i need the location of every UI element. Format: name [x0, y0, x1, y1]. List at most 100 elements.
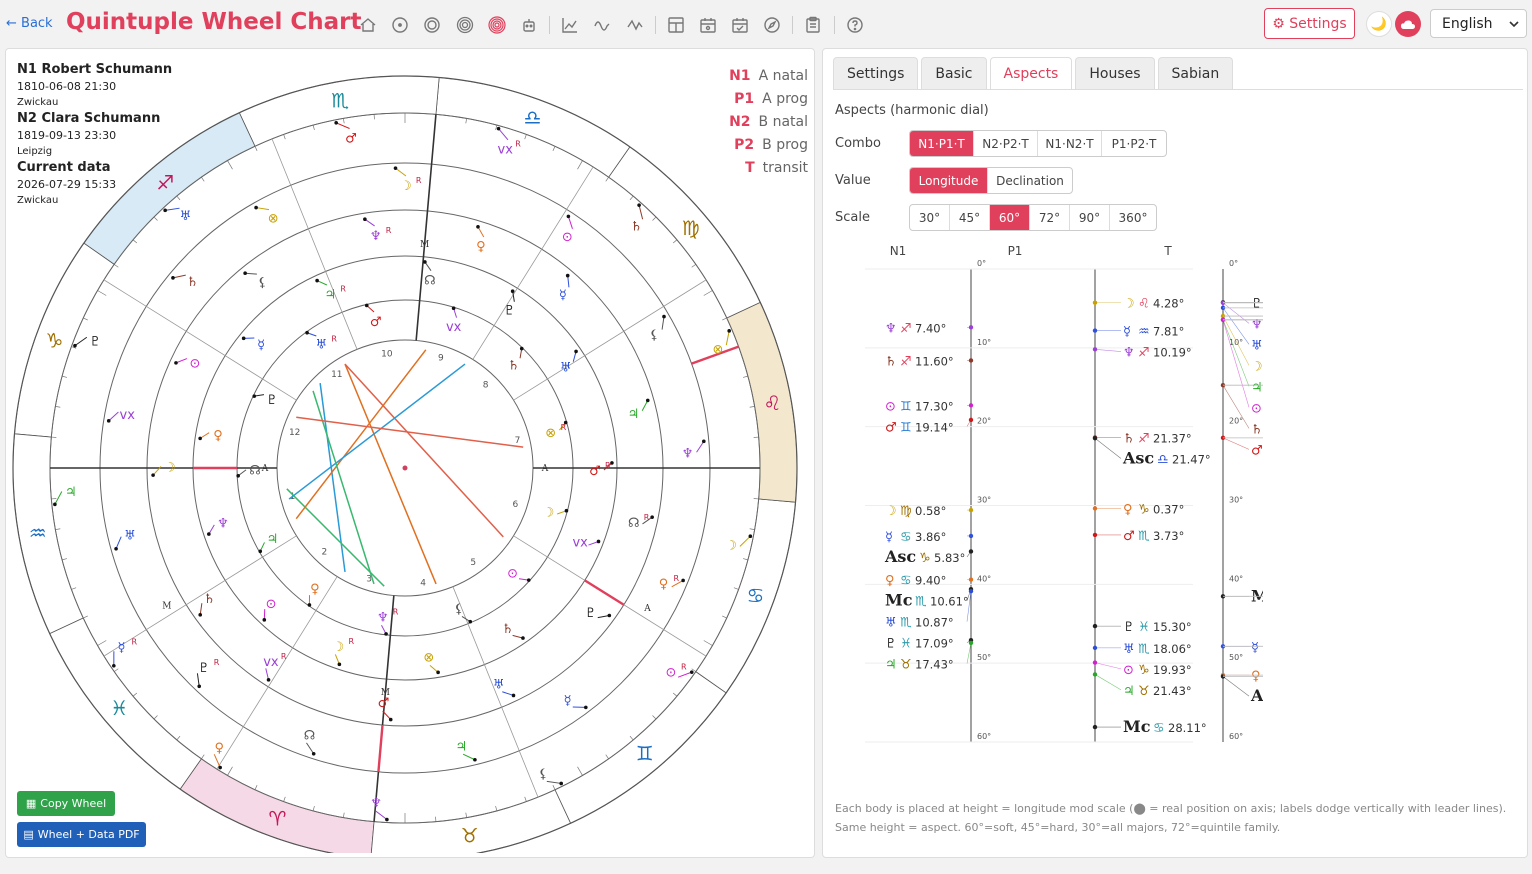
degree-tick: [629, 195, 634, 201]
degree-tick: [552, 785, 556, 790]
planet-glyph: ♄: [204, 592, 216, 607]
angle-mark: [377, 724, 384, 772]
toolbar-separator: [549, 16, 551, 34]
compass-icon[interactable]: [760, 13, 784, 37]
planet-dot: [106, 419, 111, 423]
dial-column-header: P1: [1008, 244, 1023, 258]
clipboard-icon[interactable]: [801, 13, 825, 37]
home-icon[interactable]: [356, 13, 380, 37]
target-4-icon[interactable]: [485, 13, 509, 37]
target-3-icon[interactable]: [453, 13, 477, 37]
back-link[interactable]: ← Back: [6, 16, 53, 31]
degree-tick: [577, 160, 583, 170]
planet-glyph: ♀: [213, 428, 223, 443]
moon-icon[interactable]: 🌙: [1366, 11, 1392, 37]
planet-glyph: ♀: [659, 577, 669, 592]
dial-body-glyph: ♃: [1251, 380, 1263, 395]
degree-tick: [495, 125, 498, 131]
dial-body-glyph: ♅: [1251, 338, 1263, 353]
planet-dot: [311, 751, 316, 756]
dial-body-glyph: ☽: [1251, 359, 1263, 374]
tab-sabian[interactable]: Sabian: [1157, 57, 1234, 89]
planet-dot: [364, 303, 369, 308]
copy-wheel-button[interactable]: ▦ Copy Wheel: [17, 791, 115, 816]
planet-dot: [262, 618, 267, 622]
top-bar: ← Back Quintuple Wheel Chart ⚙ Settings …: [0, 0, 1532, 48]
degree-tick: [254, 785, 258, 790]
help-icon[interactable]: [843, 13, 867, 37]
tab-aspects[interactable]: Aspects: [989, 57, 1073, 89]
planet-dot: [307, 603, 312, 607]
planet-glyph: ♃: [325, 287, 337, 302]
degree-tick: [176, 195, 181, 201]
dial-body-glyph: ♀: [885, 574, 895, 589]
tab-basic[interactable]: Basic: [921, 57, 987, 89]
planet-leader: [725, 330, 730, 346]
planet-dot: [468, 619, 473, 624]
calendar-check-icon[interactable]: [728, 13, 752, 37]
planet-dot: [334, 120, 338, 125]
retrograde-mark: R: [515, 139, 521, 148]
planet-leader: [213, 754, 221, 768]
grid-icon[interactable]: [664, 13, 688, 37]
dial-tick-label: 0°: [977, 259, 986, 268]
chart-line-icon[interactable]: [558, 13, 582, 37]
scale-option[interactable]: 360°: [1110, 205, 1156, 230]
dial-value: 11.60°: [915, 354, 954, 368]
scale-option[interactable]: 72°: [1030, 205, 1070, 230]
dial-sign-glyph: ♏: [915, 595, 927, 610]
dial-tick-label: 30°: [977, 496, 991, 505]
scale-option[interactable]: 45°: [950, 205, 990, 230]
dial-body-glyph: Mc: [1251, 586, 1263, 605]
dial-sign-glyph: ♋: [900, 574, 912, 589]
settings-button[interactable]: ⚙ Settings: [1264, 8, 1355, 39]
target-1-icon[interactable]: [388, 13, 412, 37]
planet-glyph: vx: [263, 655, 279, 670]
combo-option[interactable]: N1·N2·T: [1038, 131, 1102, 156]
house-number: 11: [331, 370, 342, 380]
dial-tick-label: 30°: [1229, 496, 1243, 505]
wheel-pdf-button[interactable]: ▤ Wheel + Data PDF: [17, 822, 146, 847]
value-option[interactable]: Declination: [988, 168, 1072, 193]
zigzag-icon[interactable]: [623, 13, 647, 37]
document-icon: ▤: [23, 828, 34, 841]
dial-value: 21.37°: [1153, 431, 1192, 445]
planet-glyph: ♇: [266, 393, 278, 408]
planet-dot: [53, 502, 57, 507]
tab-settings[interactable]: Settings: [833, 57, 919, 89]
legend-item: Ttransit: [745, 160, 808, 176]
planet-dot: [174, 361, 178, 365]
combo-option[interactable]: N1·P1·T: [910, 131, 974, 156]
dial-value: 28.11°: [1168, 721, 1207, 735]
combo-option[interactable]: N2·P2·T: [974, 131, 1038, 156]
value-option[interactable]: Longitude: [910, 168, 988, 193]
combo-option[interactable]: P1·P2·T: [1102, 131, 1166, 156]
calendar-icon[interactable]: [696, 13, 720, 37]
planet-glyph: ♇: [89, 335, 101, 350]
language-select[interactable]: English: [1430, 9, 1527, 38]
degree-tick: [176, 735, 181, 741]
dial-body-glyph: ♃: [885, 658, 897, 673]
planet-glyph: ⊗: [712, 342, 723, 357]
scale-option[interactable]: 60°: [990, 205, 1030, 230]
weather-icon[interactable]: [1395, 11, 1421, 37]
planet-glyph: ♄: [502, 622, 514, 637]
retrograde-mark: R: [386, 226, 392, 235]
dial-body-glyph: ♇: [885, 637, 897, 652]
tab-houses[interactable]: Houses: [1075, 57, 1155, 89]
degree-tick: [524, 134, 527, 140]
planet-glyph: ⊗: [545, 426, 556, 441]
wave-icon[interactable]: [590, 13, 614, 37]
dial-value: 18.06°: [1153, 642, 1192, 656]
scale-option[interactable]: 30°: [910, 205, 950, 230]
scale-option[interactable]: 90°: [1070, 205, 1110, 230]
dial-tick-label: 10°: [1229, 338, 1243, 347]
degree-tick: [749, 528, 755, 530]
retrograde-mark: R: [561, 423, 567, 432]
dial-body-glyph: Mc: [1123, 717, 1151, 736]
planet-glyph: ☊: [304, 728, 316, 743]
settings-panel: Settings Basic Aspects Houses Sabian Asp…: [822, 48, 1528, 858]
planet-leader: [462, 753, 476, 761]
robot-icon[interactable]: [517, 13, 541, 37]
target-2-icon[interactable]: [420, 13, 444, 37]
